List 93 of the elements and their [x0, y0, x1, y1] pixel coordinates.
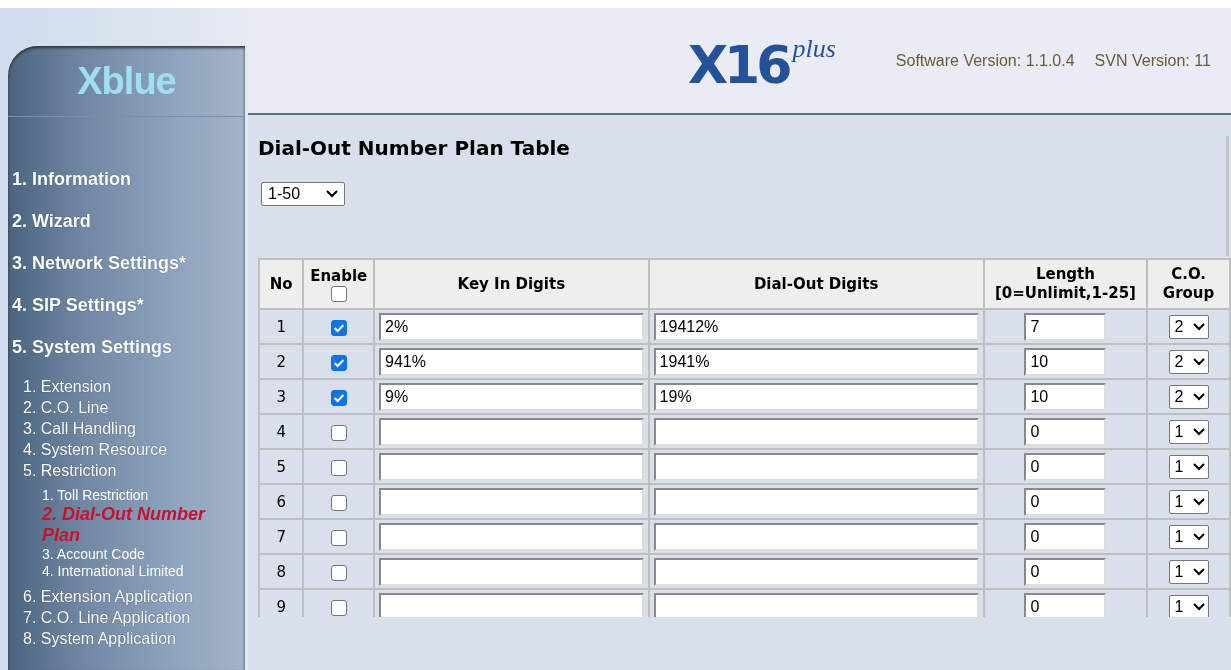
input-field[interactable]: 19%	[653, 382, 979, 411]
input-field[interactable]	[379, 487, 644, 516]
chevron-down-icon	[1192, 322, 1205, 331]
column-header: No	[259, 259, 304, 309]
input-field[interactable]	[379, 452, 644, 481]
checkbox[interactable]	[330, 354, 347, 371]
menu-item[interactable]: 2. C.O. Line	[23, 397, 109, 418]
input-field[interactable]	[379, 417, 644, 446]
input-field[interactable]	[653, 487, 979, 516]
input-field[interactable]: 9%	[379, 382, 644, 411]
product-logo: X16$^{plus}$	[688, 33, 836, 91]
input-field[interactable]	[653, 557, 979, 586]
input-field[interactable]: 0	[1024, 452, 1107, 481]
input-field[interactable]: 7	[1024, 312, 1107, 341]
chevron-down-icon	[1192, 392, 1205, 401]
chevron-down-icon	[1192, 427, 1205, 436]
checkbox[interactable]	[330, 494, 347, 511]
row-number: 1	[259, 309, 304, 344]
svn-version: SVN Version: 11	[1094, 51, 1211, 70]
row-number: 5	[259, 449, 304, 484]
dropdown[interactable]: 1	[1168, 489, 1209, 514]
menu-item[interactable]: 3. Network Settings*	[12, 253, 187, 274]
input-field[interactable]	[379, 522, 644, 551]
checkbox[interactable]	[330, 529, 347, 546]
column-header: Enable	[303, 259, 375, 309]
column-header: Key In Digits	[374, 259, 649, 309]
menu-item[interactable]: 6. Extension Application	[23, 586, 193, 607]
dropdown[interactable]: 1	[1168, 594, 1209, 617]
row-number: 3	[259, 379, 304, 414]
column-header: C.O. Group	[1147, 259, 1230, 309]
software-version: Software Version: 1.1.0.4	[895, 51, 1075, 70]
menu-item[interactable]: 8. System Application	[23, 628, 176, 649]
input-field[interactable]: 0	[1024, 487, 1107, 516]
input-field[interactable]: 0	[1024, 592, 1107, 617]
chevron-down-icon	[1192, 567, 1205, 576]
input-field[interactable]: 0	[1024, 557, 1107, 586]
logo: Xblue	[8, 46, 245, 117]
dropdown[interactable]: 2	[1168, 384, 1209, 409]
input-field[interactable]	[653, 417, 979, 446]
menu-item[interactable]: 5. Restriction	[23, 460, 117, 481]
input-field[interactable]: 0	[1024, 417, 1107, 446]
dropdown[interactable]: 1	[1168, 454, 1209, 479]
input-field[interactable]: 19412%	[653, 312, 979, 341]
input-field[interactable]	[653, 592, 979, 617]
dropdown[interactable]: 1	[1168, 524, 1209, 549]
menu-item[interactable]: 3. Call Handling	[23, 418, 136, 439]
row-number: 9	[259, 589, 304, 617]
row-number: 6	[259, 484, 304, 519]
row-number: 7	[259, 519, 304, 554]
checkbox[interactable]	[330, 285, 347, 302]
chevron-down-icon	[326, 190, 338, 198]
page-title: Dial-Out Number Plan Table	[258, 136, 570, 160]
dropdown[interactable]: 1	[1168, 419, 1209, 444]
checkbox[interactable]	[330, 459, 347, 476]
dropdown[interactable]: 2	[1168, 314, 1209, 339]
menu-item[interactable]: 1. Information	[12, 169, 131, 190]
input-field[interactable]: 10	[1024, 382, 1107, 411]
chevron-down-icon	[1192, 602, 1205, 611]
menu-item[interactable]: 4. SIP Settings*	[12, 295, 144, 316]
input-field[interactable]	[653, 522, 979, 551]
checkbox[interactable]	[330, 389, 347, 406]
chevron-down-icon	[1192, 462, 1205, 471]
checkbox[interactable]	[330, 424, 347, 441]
menu-item[interactable]: 7. C.O. Line Application	[23, 607, 191, 628]
scrollbar[interactable]	[1226, 136, 1229, 256]
dropdown[interactable]: 2	[1168, 349, 1209, 374]
row-number: 2	[259, 344, 304, 379]
checkbox[interactable]	[330, 319, 347, 336]
row-number: 8	[259, 554, 304, 589]
input-field[interactable]	[379, 592, 644, 617]
menu-item[interactable]: 3. Account Code	[42, 546, 145, 563]
chevron-down-icon	[1192, 497, 1205, 506]
menu-item[interactable]: 2. Wizard	[12, 211, 91, 232]
chevron-down-icon	[1192, 357, 1205, 366]
row-number: 4	[259, 414, 304, 449]
input-field[interactable]: 2%	[379, 312, 644, 341]
column-header: Length [0=Unlimit,1-25]	[983, 259, 1148, 309]
column-header: Dial-Out Digits	[648, 259, 984, 309]
menu-item[interactable]: 1. Toll Restriction	[42, 487, 149, 504]
range-select[interactable]: 1-50	[261, 182, 345, 206]
menu-item[interactable]: 5. System Settings	[12, 337, 173, 358]
input-field[interactable]: 0	[1024, 522, 1107, 551]
input-field[interactable]: 10	[1024, 347, 1107, 376]
menu-item[interactable]: 4. System Resource	[23, 439, 168, 460]
dropdown[interactable]: 1	[1168, 559, 1209, 584]
checkbox[interactable]	[330, 599, 347, 616]
menu-item[interactable]: 1. Extension	[23, 376, 112, 397]
input-field[interactable]: 1941%	[653, 347, 979, 376]
chevron-down-icon	[1192, 532, 1205, 541]
input-field[interactable]	[653, 452, 979, 481]
input-field[interactable]	[379, 557, 644, 586]
input-field[interactable]: 941%	[379, 347, 644, 376]
checkbox[interactable]	[330, 564, 347, 581]
